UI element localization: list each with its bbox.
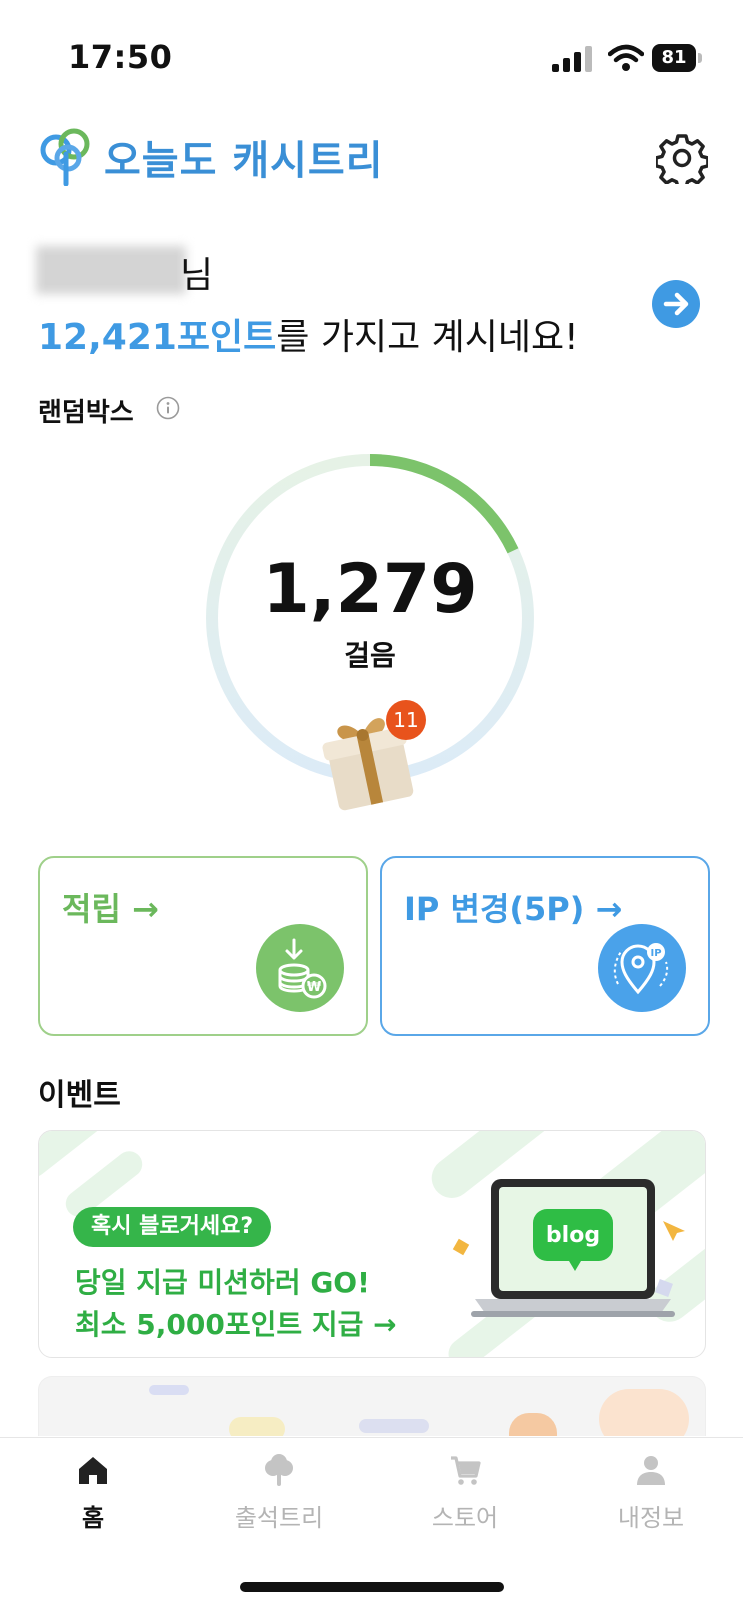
events-section-title: 이벤트 xyxy=(38,1078,121,1113)
cellular-signal-icon xyxy=(552,46,592,72)
person-icon xyxy=(637,1456,665,1485)
tab-attendance-tree-label: 출석트리 xyxy=(234,1504,324,1532)
cashtree-logo-icon xyxy=(40,128,90,186)
gift-count-badge: 11 xyxy=(386,700,426,740)
ip-change-card[interactable]: IP 변경(5P) → IP xyxy=(380,856,710,1036)
svg-text:₩: ₩ xyxy=(307,980,322,995)
wifi-icon xyxy=(608,44,644,71)
battery-icon: 81 xyxy=(652,44,704,72)
laptop-blog-illustration: blog xyxy=(452,1179,685,1317)
arrow-right-icon xyxy=(663,292,689,316)
app-logo-text: 오늘도 캐시트리 xyxy=(104,138,384,184)
points-value[interactable]: 12,421포인트 xyxy=(38,317,276,358)
laptop-blog-text: blog xyxy=(546,1223,600,1248)
tree-icon xyxy=(265,1454,293,1486)
points-suffix-text: 를 가지고 계시네요! xyxy=(276,317,579,358)
location-pin-ip-icon: IP xyxy=(598,924,686,1012)
random-box-title: 랜덤박스 xyxy=(38,398,134,428)
event-pill-label: 혹시 블로거세요? xyxy=(73,1207,272,1247)
tab-home[interactable]: 홈 xyxy=(0,1452,186,1533)
secondary-event-banner[interactable] xyxy=(38,1376,706,1436)
step-count: 1,279 xyxy=(262,550,478,629)
points-summary: 12,421포인트를 가지고 계시네요! xyxy=(38,308,579,360)
coins-download-icon: ₩ xyxy=(256,924,344,1012)
earn-card[interactable]: 적립 → ₩ xyxy=(38,856,368,1036)
tab-store-label: 스토어 xyxy=(431,1504,499,1532)
blogger-event-banner[interactable]: 혹시 블로거세요? 당일 지급 미션하러 GO! 최소 5,000포인트 지급 … xyxy=(38,1130,706,1358)
battery-level: 81 xyxy=(661,47,687,68)
cart-icon xyxy=(451,1456,481,1485)
earn-card-title: 적립 → xyxy=(62,890,159,928)
ip-change-card-title: IP 변경(5P) → xyxy=(404,890,623,928)
status-time: 17:50 xyxy=(68,38,173,76)
tab-store[interactable]: 스토어 xyxy=(372,1452,558,1533)
user-name-suffix: 님 xyxy=(180,255,214,296)
step-unit-label: 걸음 xyxy=(344,639,396,672)
event-headline: 당일 지급 미션하러 GO! xyxy=(75,1266,370,1299)
home-indicator xyxy=(240,1582,504,1592)
points-detail-button[interactable] xyxy=(652,280,700,328)
tab-my-info-label: 내정보 xyxy=(617,1504,685,1532)
tab-my-info[interactable]: 내정보 xyxy=(558,1452,743,1533)
user-name-blurred xyxy=(36,246,186,294)
settings-gear-icon[interactable] xyxy=(656,132,708,184)
event-subline: 최소 5,000포인트 지급 → xyxy=(75,1308,397,1341)
info-icon[interactable] xyxy=(156,396,180,420)
tab-attendance-tree[interactable]: 출석트리 xyxy=(186,1452,372,1533)
tab-home-label: 홈 xyxy=(81,1504,105,1532)
svg-text:IP: IP xyxy=(650,948,661,959)
home-icon xyxy=(79,1457,107,1484)
